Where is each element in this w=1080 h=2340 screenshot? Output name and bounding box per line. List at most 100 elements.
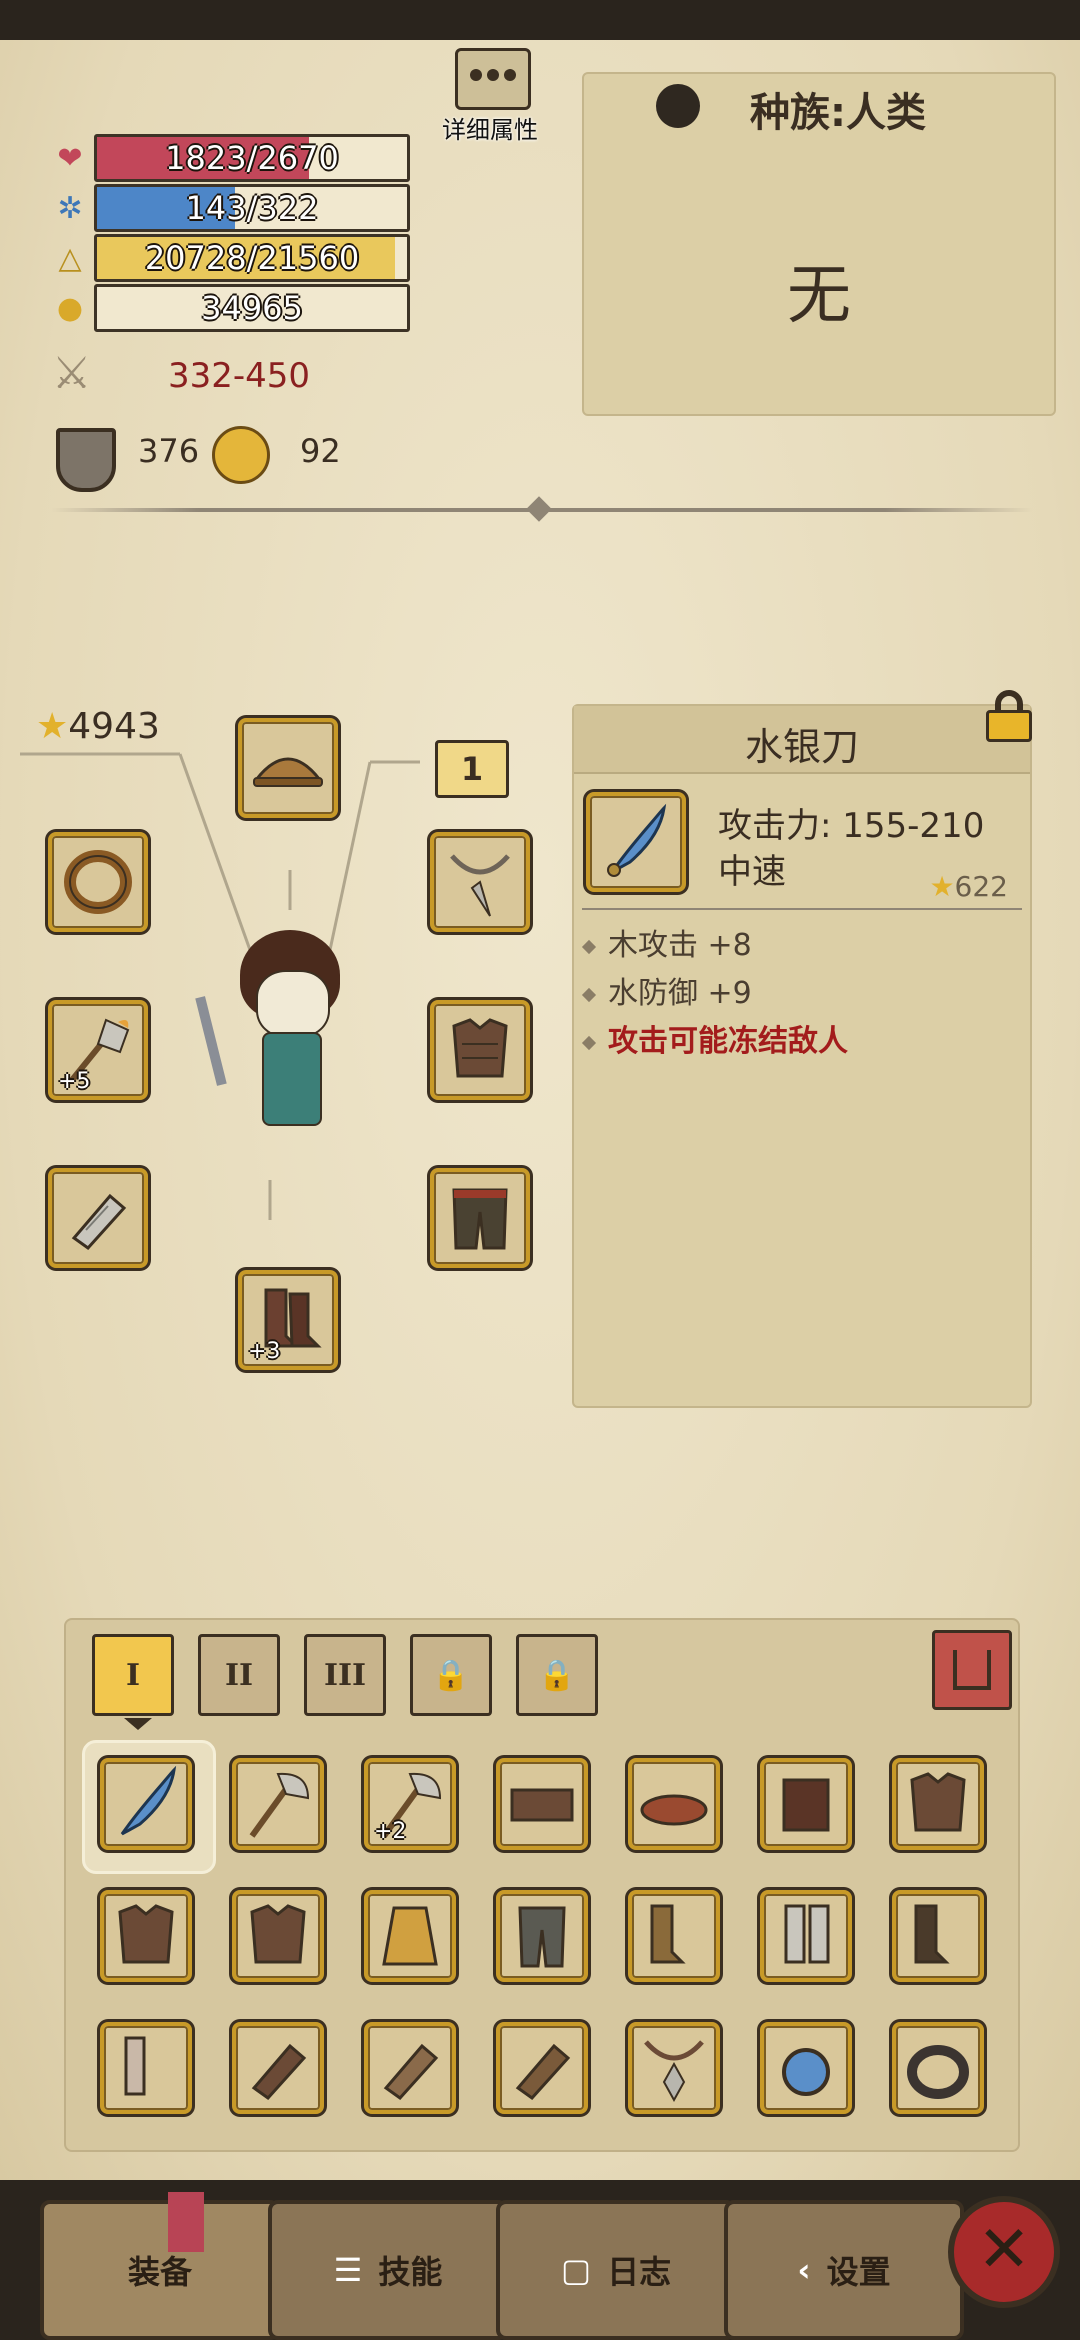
back-icon: ‹ bbox=[797, 2251, 811, 2289]
armor-slot[interactable] bbox=[430, 1000, 530, 1100]
item-detail-panel: 水银刀 攻击力: 155-210 中速 ★622 木攻击 +8 水防御 +9 攻… bbox=[572, 704, 1032, 1408]
item-value-text: 622 bbox=[954, 870, 1008, 903]
inventory-item-armor-3[interactable] bbox=[232, 1890, 324, 1982]
attack-value: 332-450 bbox=[168, 356, 311, 396]
experience-icon: △ bbox=[58, 240, 82, 276]
details-button-icon[interactable] bbox=[455, 48, 531, 110]
armor-icon bbox=[250, 1904, 306, 1964]
inventory-item-medallion[interactable] bbox=[760, 2022, 852, 2114]
inventory-item-axe-plus[interactable]: +2 bbox=[364, 1758, 456, 1850]
item-special: 攻击可能冻结敌人 bbox=[581, 1016, 848, 1060]
inventory-item-greaves-2[interactable] bbox=[100, 2022, 192, 2114]
gloves-icon bbox=[383, 2043, 439, 2100]
close-icon[interactable]: ✕ bbox=[948, 2196, 1060, 2308]
trash-icon[interactable] bbox=[932, 1630, 1012, 1710]
gloves-icon bbox=[515, 2043, 571, 2100]
mana-icon: ✲ bbox=[57, 190, 83, 226]
inventory-item-gloves-2[interactable] bbox=[496, 2022, 588, 2114]
heart-icon: ❤ bbox=[57, 140, 83, 176]
ring-icon bbox=[907, 2045, 969, 2099]
crossed-swords-icon: ⚔ bbox=[52, 348, 92, 399]
boots-upgrade-level: +3 bbox=[248, 1339, 281, 1364]
inventory-item-boots[interactable] bbox=[628, 1890, 720, 1982]
lock-icon: 🔒 bbox=[538, 1657, 576, 1693]
greaves-icon bbox=[124, 2036, 146, 2096]
nav-equip-label: 装备 bbox=[127, 2253, 192, 2291]
medallion-icon bbox=[782, 2048, 830, 2096]
inventory-item-cloak[interactable] bbox=[364, 1890, 456, 1982]
inventory-tab-locked-2[interactable]: 🔒 bbox=[516, 1634, 598, 1716]
inventory-tab-2[interactable]: II bbox=[198, 1634, 280, 1716]
defense-value: 376 bbox=[138, 432, 200, 470]
boots-slot[interactable]: +3 bbox=[238, 1270, 338, 1370]
inventory-item-ring[interactable] bbox=[892, 2022, 984, 2114]
armor-icon bbox=[910, 1772, 966, 1832]
vest-icon bbox=[782, 1778, 830, 1832]
gauntlet-icon bbox=[71, 1193, 127, 1250]
ring-slot[interactable] bbox=[48, 832, 148, 932]
inventory-item-boots-2[interactable] bbox=[892, 1890, 984, 1982]
item-upgrade-level: +2 bbox=[374, 1819, 407, 1844]
necklace-slot[interactable] bbox=[430, 832, 530, 932]
gold-coins-icon: ● bbox=[56, 290, 84, 326]
armor-icon bbox=[118, 1904, 174, 1964]
inventory-item-vest[interactable] bbox=[760, 1758, 852, 1850]
xp-text: 20728/21560 bbox=[144, 239, 360, 277]
trousers-icon bbox=[518, 1906, 566, 1968]
mp-text: 143/322 bbox=[185, 189, 319, 227]
inventory-tab-1[interactable]: I bbox=[92, 1634, 174, 1716]
boots-icon bbox=[650, 1904, 686, 1964]
race-panel: 种族:人类 无 bbox=[582, 72, 1056, 416]
item-speed: 中速 bbox=[718, 852, 786, 892]
lock-icon: 🔒 bbox=[432, 1657, 470, 1693]
nav-settings-label: 设置 bbox=[826, 2253, 891, 2291]
bookmark-icon bbox=[168, 2192, 204, 2252]
inventory-item-greaves[interactable] bbox=[760, 1890, 852, 1982]
greaves-icon bbox=[784, 1904, 830, 1964]
inventory-item-belt[interactable] bbox=[496, 1758, 588, 1850]
inventory-item-hat[interactable] bbox=[628, 1758, 720, 1850]
nav-equip-button[interactable]: 装备 bbox=[40, 2200, 280, 2340]
gold-text: 34965 bbox=[201, 289, 303, 327]
details-button-label[interactable]: 详细属性 bbox=[425, 110, 555, 145]
hat-icon bbox=[640, 1794, 708, 1826]
gold-bar: 34965 bbox=[94, 284, 410, 332]
pants-slot[interactable] bbox=[430, 1168, 530, 1268]
weapon-slot[interactable]: +5 bbox=[48, 1000, 148, 1100]
inventory-item-axe[interactable] bbox=[232, 1758, 324, 1850]
inventory-tab-locked-1[interactable]: 🔒 bbox=[410, 1634, 492, 1716]
inventory-item-bracer[interactable] bbox=[232, 2022, 324, 2114]
magic-staff-icon bbox=[212, 426, 270, 484]
item-name: 水银刀 bbox=[744, 725, 859, 769]
mp-bar: 143/322 bbox=[94, 184, 410, 232]
gloves-slot[interactable] bbox=[48, 1168, 148, 1268]
inventory-item-pants[interactable] bbox=[496, 1890, 588, 1982]
race-label: 种族:人类 bbox=[750, 90, 926, 136]
item-attr-1: 木攻击 +8 bbox=[581, 920, 752, 964]
menu-icon: ☰ bbox=[333, 2251, 363, 2289]
inventory-item-mercury-blade[interactable] bbox=[100, 1758, 192, 1850]
hat-slot[interactable] bbox=[238, 718, 338, 818]
person-icon bbox=[656, 84, 700, 128]
inventory-tab-3[interactable]: III bbox=[304, 1634, 386, 1716]
straw-hat-icon bbox=[252, 757, 324, 787]
cloak-icon bbox=[382, 1906, 438, 1966]
inventory-item-armor[interactable] bbox=[892, 1758, 984, 1850]
nav-log-label: 日志 bbox=[607, 2253, 672, 2291]
item-preview bbox=[586, 792, 686, 892]
amulet-icon bbox=[644, 2040, 704, 2103]
inventory-item-amulet[interactable] bbox=[628, 2022, 720, 2114]
hp-text: 1823/2670 bbox=[165, 139, 339, 177]
ring-icon bbox=[64, 850, 132, 914]
inventory-item-gloves[interactable] bbox=[364, 2022, 456, 2114]
leather-armor-icon bbox=[452, 1018, 508, 1078]
belt-icon bbox=[510, 1788, 574, 1822]
active-tab-pointer bbox=[124, 1718, 152, 1730]
inventory-item-armor-2[interactable] bbox=[100, 1890, 192, 1982]
character-avatar[interactable] bbox=[195, 920, 370, 1150]
lock-icon[interactable] bbox=[986, 690, 1032, 742]
nav-settings-button[interactable]: ‹ 设置 bbox=[724, 2200, 964, 2340]
nav-log-button[interactable]: ▢ 日志 bbox=[496, 2200, 736, 2340]
nav-skills-button[interactable]: ☰ 技能 bbox=[268, 2200, 508, 2340]
top-frame bbox=[0, 0, 1080, 40]
